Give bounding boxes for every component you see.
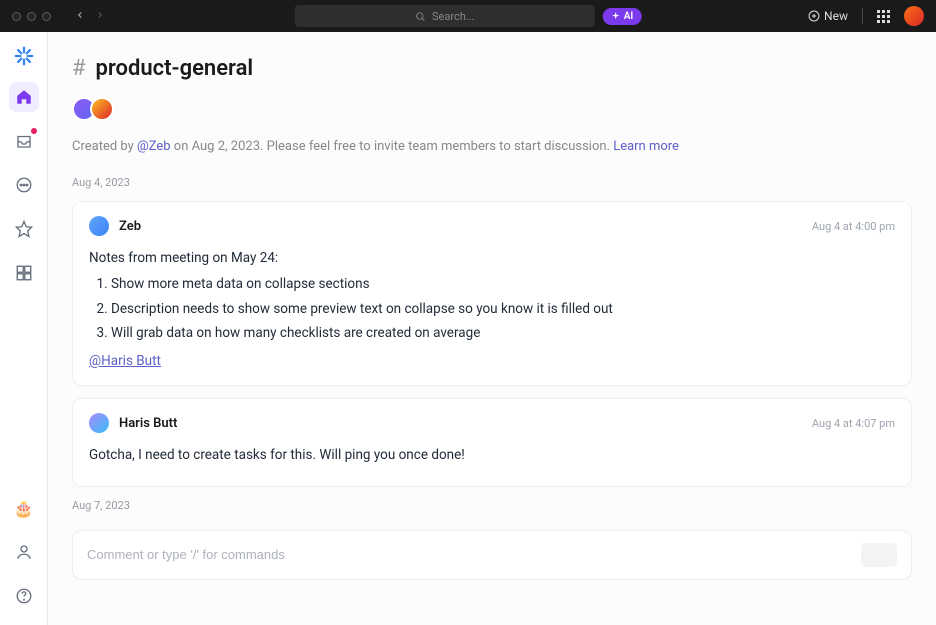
sidebar-more[interactable] (9, 170, 39, 200)
created-line: Created by @Zeb on Aug 2, 2023. Please f… (72, 139, 912, 154)
nav-arrows (75, 9, 105, 23)
list-item: Will grab data on how many checklists ar… (111, 323, 895, 343)
inbox-icon (15, 132, 33, 150)
sidebar-rewards[interactable]: 🎂 (9, 493, 39, 523)
mention-link[interactable]: @Haris Butt (89, 353, 161, 369)
search-icon (415, 11, 426, 22)
more-icon (15, 176, 33, 194)
plus-circle-icon (808, 10, 820, 22)
send-button[interactable] (861, 543, 897, 567)
sparkle-icon (611, 11, 621, 21)
minimize-window[interactable] (27, 12, 36, 21)
message-body: Gotcha, I need to create tasks for this.… (89, 445, 895, 465)
star-icon (15, 220, 33, 238)
avatar (90, 97, 114, 121)
sidebar-help[interactable] (9, 581, 39, 611)
sidebar-favorites[interactable] (9, 214, 39, 244)
new-button[interactable]: New (808, 9, 848, 23)
grid-icon (15, 264, 33, 282)
help-icon (15, 587, 33, 605)
apps-grid-icon[interactable] (877, 10, 890, 23)
sidebar: 🎂 (0, 32, 48, 625)
user-avatar[interactable] (904, 6, 924, 26)
learn-more-link[interactable]: Learn more (613, 139, 679, 154)
notification-badge (31, 128, 37, 134)
avatar (89, 413, 109, 433)
app-logo[interactable] (12, 44, 36, 68)
sidebar-profile[interactable] (9, 537, 39, 567)
cake-icon: 🎂 (14, 499, 34, 518)
home-icon (15, 88, 33, 106)
ai-label: AI (624, 11, 634, 22)
message-time: Aug 4 at 4:07 pm (812, 417, 895, 430)
member-avatars[interactable] (72, 97, 912, 121)
close-window[interactable] (12, 12, 21, 21)
new-label: New (824, 9, 848, 23)
message-author: Haris Butt (119, 416, 177, 431)
list-item: Description needs to show some preview t… (111, 299, 895, 319)
message-card: Zeb Aug 4 at 4:00 pm Notes from meeting … (72, 201, 912, 386)
date-separator: Aug 4, 2023 (72, 176, 912, 189)
logo-icon (13, 45, 35, 67)
channel-header: # product-general (72, 56, 912, 81)
search-placeholder: Search... (432, 10, 475, 23)
divider (862, 8, 863, 24)
maximize-window[interactable] (42, 12, 51, 21)
sidebar-inbox[interactable] (9, 126, 39, 156)
main-content: # product-general Created by @Zeb on Aug… (48, 32, 936, 625)
message-card: Haris Butt Aug 4 at 4:07 pm Gotcha, I ne… (72, 398, 912, 486)
search-input[interactable]: Search... (295, 5, 595, 27)
comment-input[interactable] (87, 547, 861, 562)
channel-name: product-general (96, 56, 254, 81)
person-icon (15, 543, 33, 561)
composer (72, 530, 912, 580)
message-time: Aug 4 at 4:00 pm (812, 220, 895, 233)
ai-button[interactable]: AI (603, 8, 642, 25)
creator-link[interactable]: @Zeb (137, 139, 171, 154)
sidebar-home[interactable] (9, 82, 39, 112)
message-intro: Notes from meeting on May 24: (89, 248, 895, 268)
message-text: Gotcha, I need to create tasks for this.… (89, 445, 895, 465)
nav-forward[interactable] (95, 9, 105, 23)
window-controls (12, 12, 51, 21)
list-item: Show more meta data on collapse sections (111, 274, 895, 294)
message-body: Notes from meeting on May 24: Show more … (89, 248, 895, 371)
nav-back[interactable] (75, 9, 85, 23)
avatar (89, 216, 109, 236)
topbar: Search... AI New (0, 0, 936, 32)
sidebar-dashboard[interactable] (9, 258, 39, 288)
date-separator: Aug 7, 2023 (72, 499, 912, 512)
message-author: Zeb (119, 219, 141, 234)
hash-icon: # (72, 56, 86, 81)
